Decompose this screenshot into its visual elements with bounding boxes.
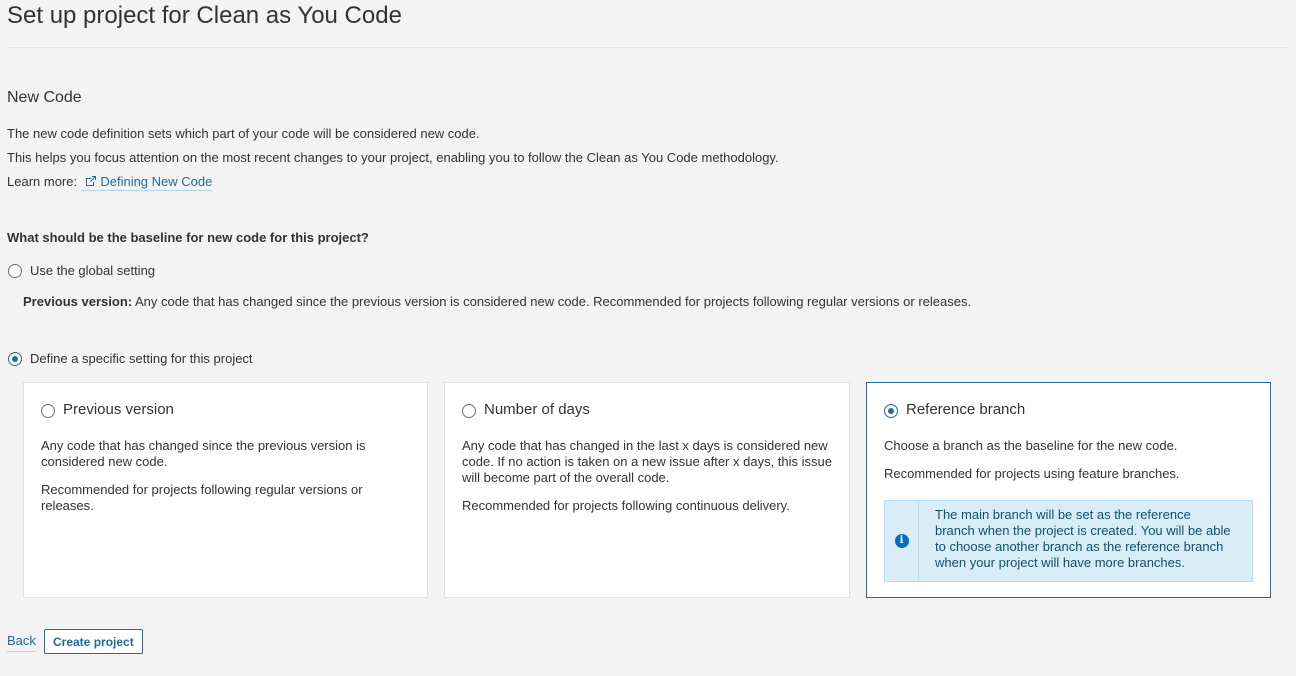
reference-branch-radio[interactable] [884, 403, 898, 418]
global-setting-radio[interactable] [8, 263, 22, 278]
global-setting-label: Use the global setting [30, 263, 156, 278]
reference-branch-text: Choose a branch as the baseline for the … [884, 438, 1178, 453]
reference-branch-info-text: The main branch will be set as the refer… [935, 507, 1231, 570]
global-setting-desc-text: Any code that has changed since the prev… [132, 294, 972, 309]
specific-setting-label: Define a specific setting for this proje… [30, 351, 253, 366]
number-of-days-radio[interactable] [462, 403, 476, 418]
reference-branch-card-header: Reference branch [884, 401, 1253, 418]
global-setting-desc-bold: Previous version: [23, 294, 133, 309]
defining-new-code-link-text: Defining New Code [100, 174, 213, 189]
previous-version-radio[interactable] [41, 403, 55, 418]
learn-more: Learn more: Defining New Code [7, 174, 213, 191]
previous-version-title: Previous version [63, 401, 174, 418]
new-code-description: The new code definition sets which part … [7, 126, 480, 141]
previous-version-text: Any code that has changed since the prev… [41, 438, 366, 469]
number-of-days-card-header: Number of days [462, 401, 832, 418]
specific-setting-option[interactable]: Define a specific setting for this proje… [8, 351, 253, 366]
learn-more-label: Learn more: [7, 174, 78, 189]
external-link-icon [85, 176, 96, 186]
specific-setting-radio[interactable] [8, 351, 22, 366]
reference-branch-title: Reference branch [906, 401, 1026, 418]
number-of-days-card[interactable]: Number of days Any code that has changed… [444, 382, 850, 598]
reference-branch-info-alert: i The main branch will be set as the ref… [884, 500, 1253, 582]
baseline-question: What should be the baseline for new code… [7, 230, 369, 245]
info-icon: i [894, 534, 909, 548]
defining-new-code-link[interactable]: Defining New Code [80, 174, 213, 191]
previous-version-recommendation: Recommended for projects following regul… [41, 482, 363, 513]
reference-branch-card[interactable]: Reference branch Choose a branch as the … [866, 382, 1271, 598]
number-of-days-title: Number of days [484, 401, 590, 418]
title-divider [7, 47, 1287, 48]
global-setting-description: Previous version: Any code that has chan… [23, 294, 971, 309]
new-code-help-text: This helps you focus attention on the mo… [7, 150, 779, 165]
back-button[interactable]: Back [7, 633, 36, 652]
reference-branch-recommendation: Recommended for projects using feature b… [884, 466, 1180, 481]
number-of-days-recommendation: Recommended for projects following conti… [462, 498, 790, 513]
info-icon-container: i [885, 501, 919, 581]
previous-version-card[interactable]: Previous version Any code that has chang… [23, 382, 428, 598]
previous-version-card-header: Previous version [41, 401, 410, 418]
global-setting-option[interactable]: Use the global setting [8, 263, 155, 278]
new-code-heading: New Code [7, 89, 82, 106]
number-of-days-text: Any code that has changed in the last x … [462, 438, 832, 485]
create-project-button[interactable]: Create project [44, 629, 143, 654]
page-title: Set up project for Clean as You Code [7, 2, 402, 29]
